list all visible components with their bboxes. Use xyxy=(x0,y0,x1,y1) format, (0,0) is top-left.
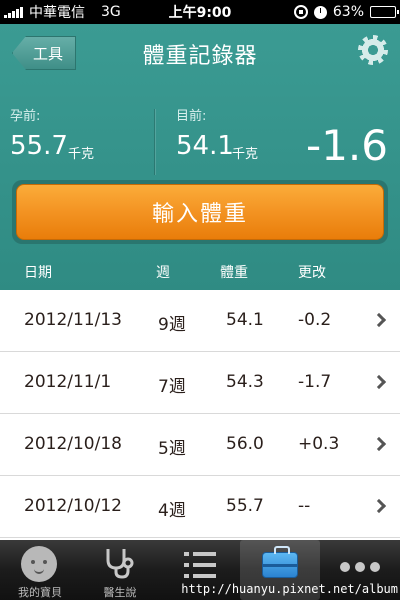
stethoscope-icon xyxy=(106,549,134,579)
row-date: 2012/10/18 xyxy=(24,434,122,454)
row-date: 2012/10/12 xyxy=(24,496,122,516)
table-row[interactable]: 2012/10/12 4週 55.7 -- xyxy=(0,476,400,538)
chevron-right-icon xyxy=(371,436,387,452)
carrier-name: 中華電信 xyxy=(29,5,85,21)
current-unit: 千克 xyxy=(232,147,259,162)
watermark-url: http://huanyu.pixnet.net/album xyxy=(181,582,398,596)
tab-label: 我的寶貝 xyxy=(18,586,62,599)
chevron-right-icon xyxy=(371,498,387,514)
row-week: 5週 xyxy=(158,439,186,459)
pre-pregnancy-unit: 千克 xyxy=(68,147,95,162)
stats-divider xyxy=(154,109,155,175)
weight-stats: 孕前: 55.7 千克 目前: 54.1 千克 -1.6 xyxy=(0,99,400,187)
rotation-lock-icon xyxy=(293,5,308,19)
network-type: 3G xyxy=(101,4,121,20)
input-weight-button[interactable]: 輸入體重 xyxy=(16,184,384,240)
tab-doctor-says[interactable]: 醫生說 xyxy=(80,540,160,600)
pre-pregnancy-weight: 55.7 xyxy=(10,131,68,161)
current-weight: 54.1 xyxy=(176,131,234,161)
row-change: -- xyxy=(298,496,311,516)
column-header-week: 週 xyxy=(156,265,170,281)
input-weight-button-frame: 輸入體重 xyxy=(12,180,388,244)
weight-summary-header: 工具 體重記錄器 孕前: 55.7 千克 目前: 54.1 千克 -1.6 輸入… xyxy=(0,24,400,290)
table-row[interactable]: 2012/11/13 9週 54.1 -0.2 xyxy=(0,290,400,352)
gear-icon[interactable] xyxy=(358,35,388,65)
tab-my-baby[interactable]: 我的寶貝 xyxy=(0,540,80,600)
row-weight: 54.1 xyxy=(226,310,264,330)
column-header-date: 日期 xyxy=(24,265,52,281)
column-header-weight: 體重 xyxy=(220,265,248,281)
pre-pregnancy-label: 孕前: xyxy=(10,109,41,124)
current-label: 目前: xyxy=(176,109,207,124)
toolbox-icon xyxy=(262,546,298,578)
chevron-right-icon xyxy=(371,312,387,328)
row-date: 2012/11/1 xyxy=(24,372,112,392)
chevron-right-icon xyxy=(371,374,387,390)
row-week: 9週 xyxy=(158,315,186,335)
baby-icon xyxy=(21,546,57,582)
status-bar: 中華電信 3G 上午9:00 63% xyxy=(0,0,400,24)
row-weight: 54.3 xyxy=(226,372,264,392)
row-week: 7週 xyxy=(158,377,186,397)
page-title: 體重記錄器 xyxy=(142,44,258,69)
row-change: +0.3 xyxy=(298,434,340,454)
battery-percent: 63% xyxy=(332,4,364,20)
row-week: 4週 xyxy=(158,501,186,521)
row-change: -1.7 xyxy=(298,372,332,392)
table-column-headers: 日期 週 體重 更改 xyxy=(0,262,400,286)
tab-label: 醫生說 xyxy=(103,586,137,599)
column-header-change: 更改 xyxy=(298,265,326,281)
more-icon xyxy=(340,562,380,572)
row-change: -0.2 xyxy=(298,310,332,330)
table-row[interactable]: 2012/11/1 7週 54.3 -1.7 xyxy=(0,352,400,414)
row-weight: 56.0 xyxy=(226,434,264,454)
battery-icon xyxy=(370,6,399,18)
list-icon xyxy=(184,552,216,580)
alarm-clock-icon xyxy=(313,5,327,19)
weight-record-list: 2012/11/13 9週 54.1 -0.2 2012/11/1 7週 54.… xyxy=(0,290,400,540)
table-row[interactable]: 2012/10/18 5週 56.0 +0.3 xyxy=(0,414,400,476)
signal-strength-icon xyxy=(4,6,23,18)
row-date: 2012/11/13 xyxy=(24,310,122,330)
row-weight: 55.7 xyxy=(226,496,264,516)
weight-difference: -1.6 xyxy=(306,121,388,170)
navigation-bar: 工具 體重記錄器 xyxy=(0,24,400,84)
